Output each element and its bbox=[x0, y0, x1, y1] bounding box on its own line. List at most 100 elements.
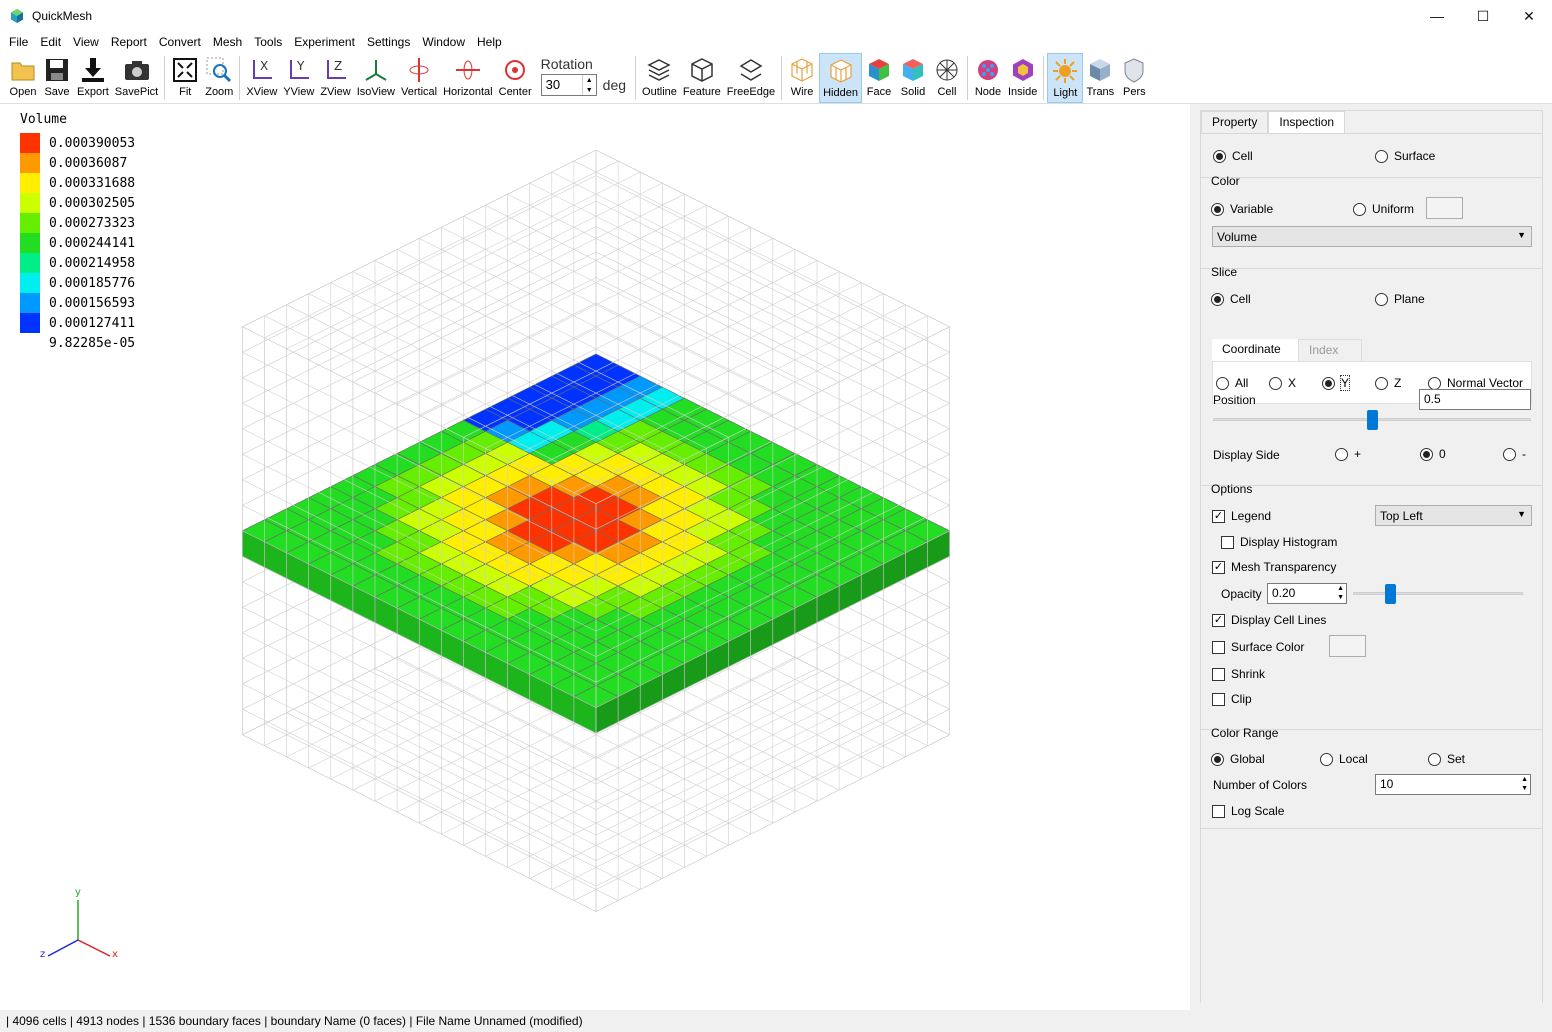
color-variable-select[interactable]: Volume ▼ bbox=[1212, 226, 1532, 247]
xview-button[interactable]: X XView bbox=[243, 53, 280, 103]
menu-window[interactable]: Window bbox=[416, 32, 471, 52]
menu-file[interactable]: File bbox=[3, 32, 34, 52]
range-local-radio[interactable]: Local bbox=[1320, 752, 1368, 766]
close-button[interactable]: ✕ bbox=[1506, 0, 1552, 32]
inspection-panel: Property Inspection Cell Surface Color V… bbox=[1200, 110, 1543, 1003]
yview-button[interactable]: Y YView bbox=[280, 53, 317, 103]
menu-tools[interactable]: Tools bbox=[248, 32, 288, 52]
face-button[interactable]: Face bbox=[862, 53, 896, 103]
light-button[interactable]: Light bbox=[1047, 53, 1084, 103]
maximize-button[interactable]: ☐ bbox=[1460, 0, 1506, 32]
slice-plane-radio[interactable]: Plane bbox=[1375, 292, 1425, 306]
legend-value: 0.000331688 bbox=[49, 175, 136, 191]
histogram-checkbox[interactable]: Display Histogram bbox=[1221, 535, 1337, 549]
color-variable-radio[interactable]: Variable bbox=[1211, 202, 1273, 216]
subtab-index[interactable]: Index bbox=[1298, 339, 1362, 361]
trans-button[interactable]: Trans bbox=[1083, 53, 1117, 103]
opacity-spinbox[interactable]: 0.20 ▲ ▼ bbox=[1267, 583, 1347, 604]
fit-button[interactable]: Fit bbox=[168, 53, 202, 103]
menu-mesh[interactable]: Mesh bbox=[207, 32, 248, 52]
color-variable-value: Volume bbox=[1217, 230, 1258, 244]
axis-x-radio[interactable]: X bbox=[1269, 376, 1296, 390]
spin-up-icon[interactable]: ▲ bbox=[586, 77, 593, 84]
clip-checkbox-label: Clip bbox=[1231, 692, 1252, 706]
outline-button[interactable]: Outline bbox=[639, 53, 680, 103]
horizontal-button[interactable]: Horizontal bbox=[440, 53, 496, 103]
pers-button[interactable]: Pers bbox=[1117, 53, 1151, 103]
savepict-button[interactable]: SavePict bbox=[112, 53, 161, 103]
center-button[interactable]: Center bbox=[496, 53, 535, 103]
range-set-radio[interactable]: Set bbox=[1428, 752, 1465, 766]
surface-color-button[interactable] bbox=[1329, 635, 1366, 657]
camera-icon bbox=[124, 61, 149, 80]
opacity-slider-thumb[interactable] bbox=[1385, 584, 1396, 604]
legend-swatch bbox=[20, 193, 40, 213]
opacity-slider-track[interactable] bbox=[1353, 592, 1523, 595]
rotation-spinbox[interactable]: 30 ▲ ▼ bbox=[540, 74, 597, 96]
open-button[interactable]: Open bbox=[6, 53, 40, 103]
legend-swatch bbox=[20, 253, 40, 273]
hidden-button[interactable]: Hidden bbox=[819, 53, 862, 103]
subtab-coordinate[interactable]: Coordinate bbox=[1212, 339, 1298, 361]
isoview-button[interactable]: IsoView bbox=[354, 53, 398, 103]
node-button[interactable]: Node bbox=[971, 53, 1005, 103]
position-input[interactable]: 0.5 bbox=[1419, 389, 1531, 410]
display-side-minus-radio[interactable]: - bbox=[1503, 447, 1526, 461]
cell-button[interactable]: Cell bbox=[930, 53, 964, 103]
feature-button[interactable]: Feature bbox=[680, 53, 724, 103]
axis-normal-vector-radio[interactable]: Normal Vector bbox=[1428, 376, 1523, 390]
legend-position-select[interactable]: Top Left ▼ bbox=[1375, 505, 1532, 526]
zoom-button[interactable]: Zoom bbox=[202, 53, 236, 103]
target-cell-radio[interactable]: Cell bbox=[1213, 149, 1253, 163]
spin-arrows-icon[interactable]: ▲ ▼ bbox=[1337, 584, 1344, 602]
freeedge-button[interactable]: FreeEdge bbox=[724, 53, 778, 103]
axis-all-radio[interactable]: All bbox=[1216, 376, 1248, 390]
legend-swatch bbox=[20, 273, 40, 293]
transparency-checkbox[interactable]: ✓ Mesh Transparency bbox=[1212, 560, 1336, 574]
shrink-checkbox[interactable]: Shrink bbox=[1212, 667, 1265, 681]
menu-view[interactable]: View bbox=[67, 32, 105, 52]
range-global-radio[interactable]: Global bbox=[1211, 752, 1265, 766]
wire-button[interactable]: Wire bbox=[785, 53, 819, 103]
position-slider-thumb[interactable] bbox=[1367, 410, 1378, 430]
legend-checkbox[interactable]: ✓ Legend bbox=[1212, 509, 1271, 523]
color-uniform-radio[interactable]: Uniform bbox=[1353, 202, 1414, 216]
clip-checkbox[interactable]: Clip bbox=[1212, 692, 1252, 706]
spin-down-icon[interactable]: ▼ bbox=[586, 87, 593, 94]
log-scale-checkbox[interactable]: Log Scale bbox=[1212, 804, 1284, 818]
legend-row: 9.82285e-05 bbox=[20, 333, 135, 353]
cell-lines-checkbox[interactable]: ✓ Display Cell Lines bbox=[1212, 613, 1326, 627]
zview-button[interactable]: Z ZView bbox=[317, 53, 353, 103]
menu-help[interactable]: Help bbox=[471, 32, 508, 52]
mesh-render[interactable] bbox=[0, 104, 1190, 1010]
save-button[interactable]: Save bbox=[40, 53, 74, 103]
menu-experiment[interactable]: Experiment bbox=[288, 32, 361, 52]
y-axis-view-icon: Y bbox=[289, 59, 309, 79]
rotation-control: Rotation 30 ▲ ▼ deg bbox=[535, 52, 632, 96]
spin-arrows-icon[interactable]: ▲ ▼ bbox=[1521, 775, 1528, 793]
menu-edit[interactable]: Edit bbox=[34, 32, 67, 52]
axis-y-radio[interactable]: Y bbox=[1322, 375, 1351, 391]
target-surface-radio[interactable]: Surface bbox=[1375, 149, 1435, 163]
axis-z-radio[interactable]: Z bbox=[1375, 376, 1401, 390]
surface-color-checkbox[interactable]: Surface Color bbox=[1212, 640, 1304, 654]
outline-layers-icon bbox=[647, 59, 672, 81]
num-colors-spinbox[interactable]: 10 ▲ ▼ bbox=[1375, 774, 1531, 795]
solid-button[interactable]: Solid bbox=[896, 53, 930, 103]
feature-cube-icon bbox=[691, 58, 713, 82]
tab-inspection[interactable]: Inspection bbox=[1268, 111, 1346, 133]
inside-button[interactable]: Inside bbox=[1005, 53, 1040, 103]
menu-convert[interactable]: Convert bbox=[153, 32, 207, 52]
slice-cell-radio[interactable]: Cell bbox=[1211, 292, 1251, 306]
menu-report[interactable]: Report bbox=[105, 32, 153, 52]
minimize-button[interactable]: — bbox=[1414, 0, 1460, 32]
tab-property[interactable]: Property bbox=[1201, 111, 1269, 133]
display-side-plus-radio[interactable]: + bbox=[1335, 447, 1361, 461]
menu-settings[interactable]: Settings bbox=[361, 32, 416, 52]
export-button[interactable]: Export bbox=[74, 53, 112, 103]
uniform-color-button[interactable] bbox=[1426, 197, 1463, 219]
legend-title: Volume bbox=[20, 112, 67, 127]
3d-viewport[interactable]: Volume 0.000390053 0.00036087 0.000331688 0… bbox=[0, 104, 1190, 1010]
vertical-button[interactable]: Vertical bbox=[398, 53, 440, 103]
display-side-zero-radio[interactable]: 0 bbox=[1420, 447, 1446, 461]
